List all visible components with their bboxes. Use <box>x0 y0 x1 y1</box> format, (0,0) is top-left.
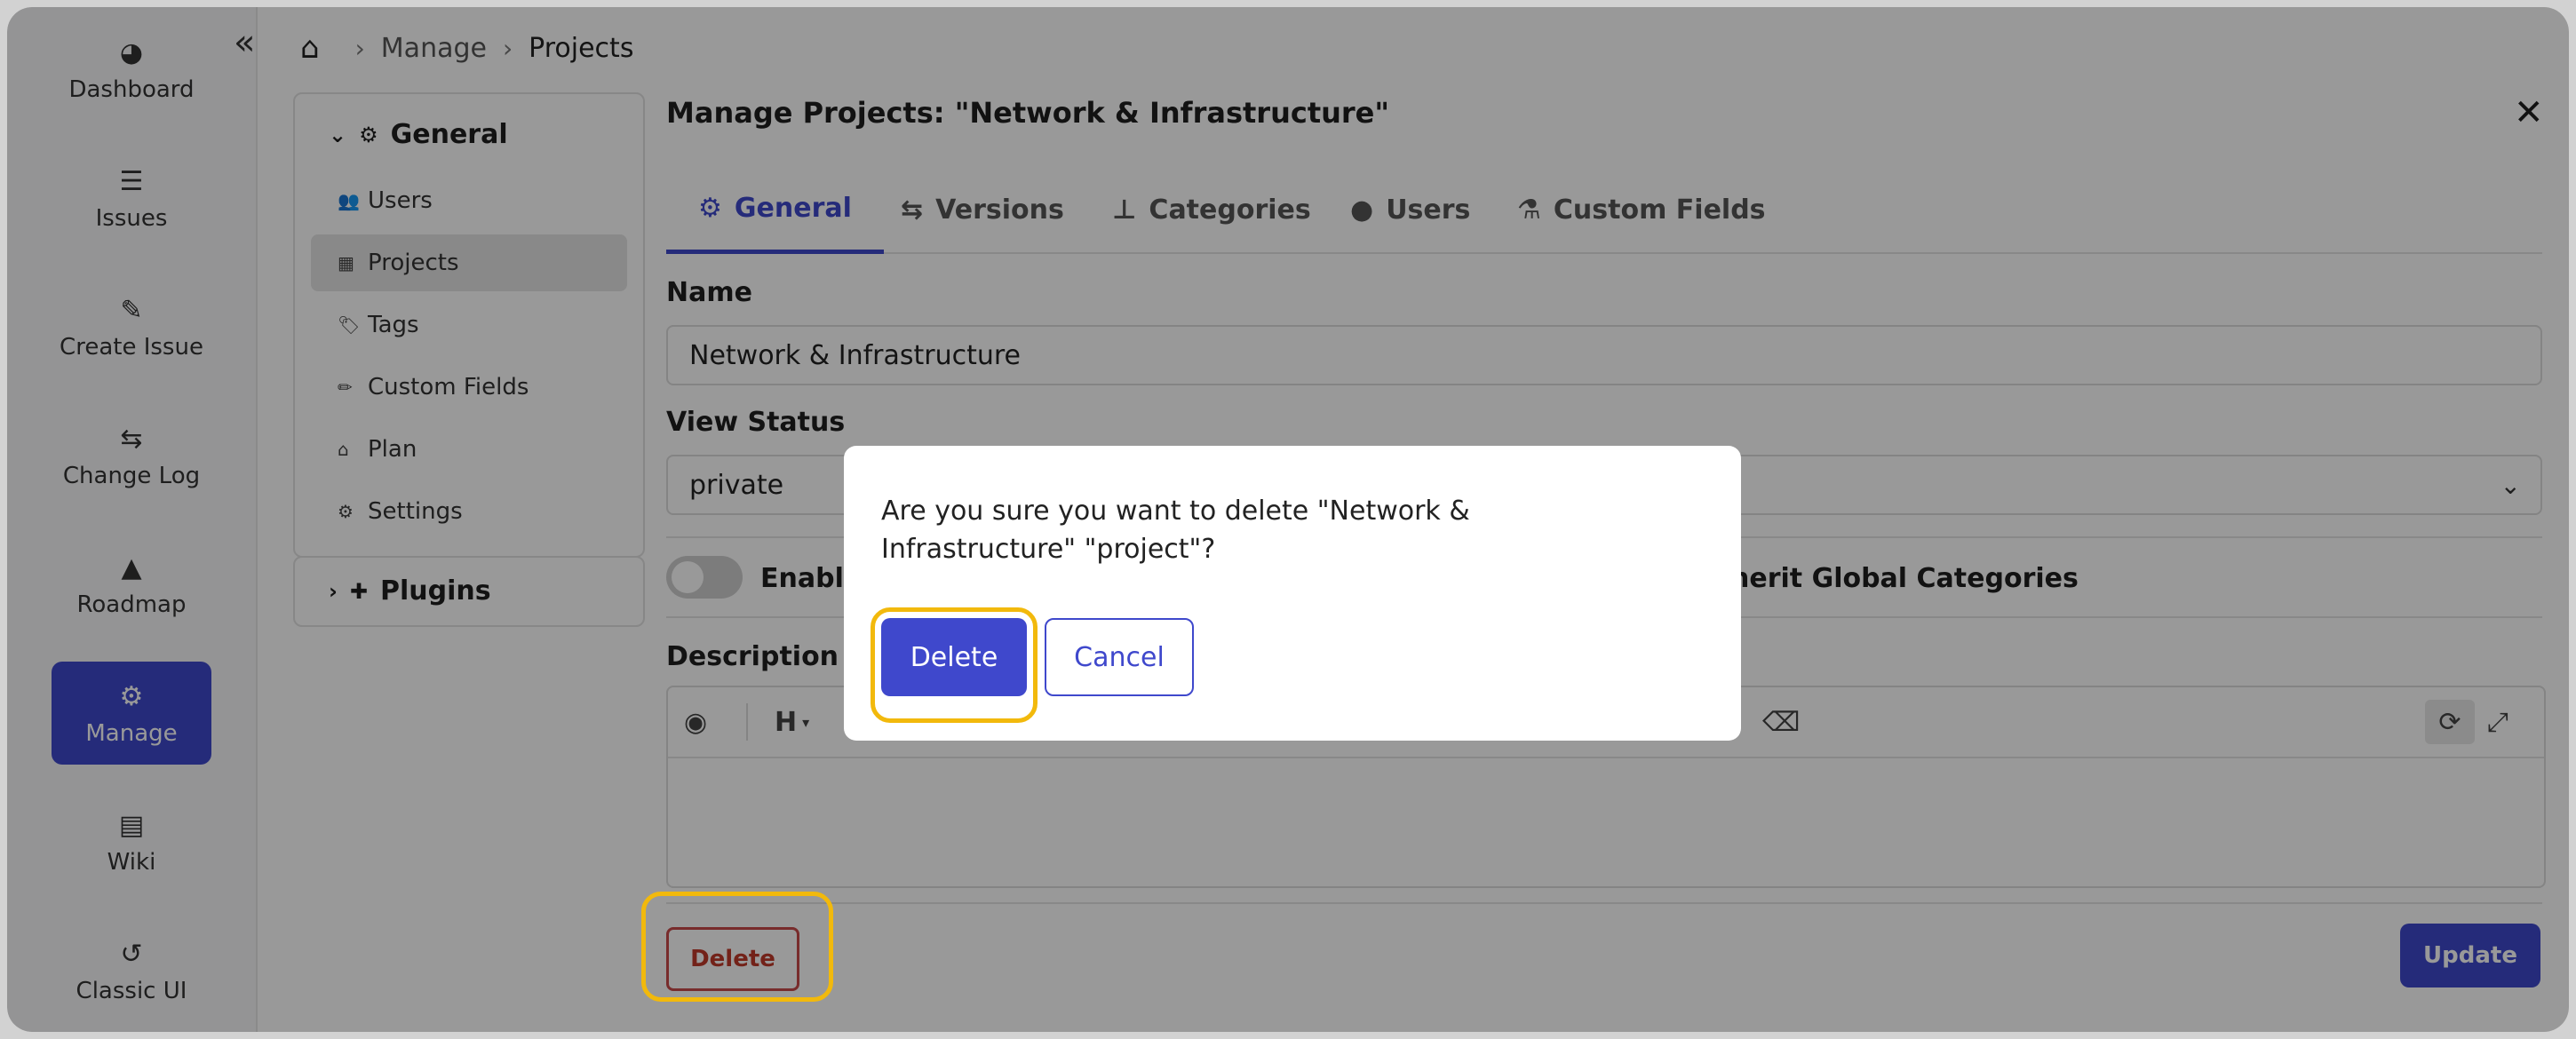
dialog-message: Are you sure you want to delete "Network… <box>881 496 1470 565</box>
cancel-button[interactable]: Cancel <box>1045 618 1194 696</box>
confirm-delete-dialog: Are you sure you want to delete "Network… <box>844 446 1741 741</box>
confirm-delete-button[interactable]: Delete <box>881 618 1027 696</box>
app-window: « ◕ Dashboard ☰ Issues ✎ Create Issue ⇆ … <box>7 7 2569 1032</box>
highlight-ring <box>641 892 833 1002</box>
